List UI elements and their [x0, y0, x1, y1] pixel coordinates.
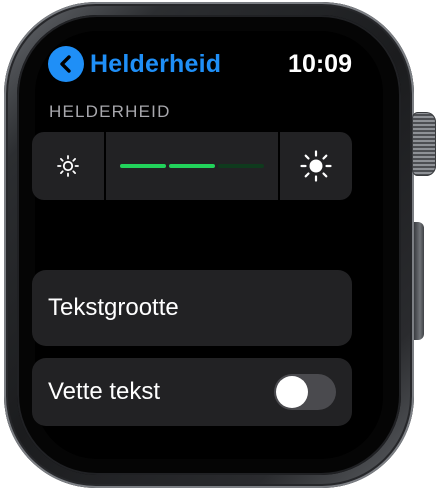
- section-label-brightness: HELDERHEID: [49, 102, 171, 121]
- sun-large-icon: [300, 150, 332, 182]
- toggle-knob: [276, 376, 308, 408]
- bold-text-label: Vette tekst: [48, 378, 161, 405]
- bold-text-toggle[interactable]: [274, 374, 336, 410]
- back-button[interactable]: Helderheid: [48, 46, 221, 82]
- brightness-segment: [169, 164, 215, 168]
- brightness-level-track: [106, 132, 278, 200]
- back-label: Helderheid: [90, 49, 222, 78]
- brightness-segment: [218, 164, 264, 168]
- digital-crown[interactable]: [412, 112, 436, 176]
- brightness-segment: [120, 164, 166, 168]
- bold-text-row[interactable]: Vette tekst: [32, 358, 352, 426]
- decrease-brightness-button[interactable]: [32, 132, 106, 200]
- sun-small-icon: [57, 155, 79, 177]
- increase-brightness-button[interactable]: [278, 132, 352, 200]
- text-size-label: Tekstgrootte: [48, 294, 179, 321]
- watch-stage: Helderheid 10:09 HELDERHEID Tekstgrootte…: [0, 0, 439, 492]
- clock: 10:09: [288, 50, 352, 78]
- side-button[interactable]: [414, 222, 424, 340]
- text-size-row[interactable]: Tekstgrootte: [32, 270, 352, 346]
- back-chevron-icon: [48, 46, 84, 82]
- brightness-slider[interactable]: [32, 132, 352, 200]
- header: Helderheid 10:09: [48, 44, 352, 84]
